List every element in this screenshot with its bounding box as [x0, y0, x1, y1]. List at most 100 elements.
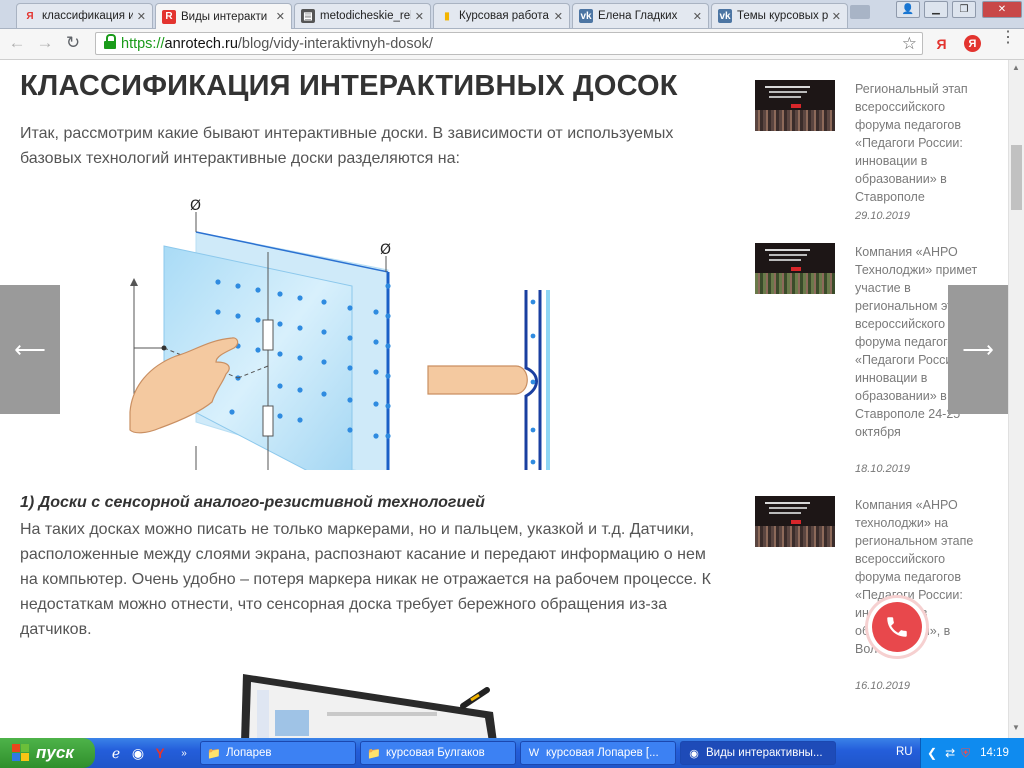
tab-vk-gladkikh[interactable]: vk Елена Гладких ✕: [572, 3, 709, 28]
board-window: [275, 710, 309, 736]
news-thumbnail[interactable]: [755, 80, 835, 131]
minimize-button[interactable]: ▁: [924, 1, 948, 18]
scrollbar-thumb[interactable]: [1011, 145, 1022, 210]
address-bar[interactable]: https://anrotech.ru/blog/vidy-interaktiv…: [95, 32, 923, 55]
windows-flag-icon: [12, 744, 30, 762]
google-docs-icon: ▮: [444, 10, 450, 22]
bookmark-star-icon[interactable]: ☆: [902, 34, 917, 54]
callback-button-circle[interactable]: [872, 602, 922, 652]
folder-icon: 📁: [367, 747, 381, 760]
tab-vk-temy[interactable]: vk Темы курсовых р ✕: [711, 3, 848, 28]
back-icon[interactable]: ←: [6, 32, 28, 54]
start-label: пуск: [36, 743, 74, 762]
tab-yandex-search[interactable]: Я классификация и ✕: [16, 3, 153, 28]
word-icon: W: [528, 747, 540, 759]
maximize-button[interactable]: ❐: [952, 1, 976, 18]
new-tab-button[interactable]: [850, 5, 870, 19]
callback-button[interactable]: [868, 598, 926, 656]
close-window-button[interactable]: ✕: [982, 1, 1022, 18]
news-date: 29.10.2019: [855, 210, 911, 222]
task-label: курсовая Булгаков: [386, 747, 485, 759]
article-title: КЛАССИФИКАЦИЯ ИНТЕРАКТИВНЫХ ДОСОК: [20, 70, 678, 102]
section-1-text: На таких досках можно писать не только м…: [20, 521, 711, 638]
next-post-arrow[interactable]: ⟶: [948, 285, 1008, 414]
yandex-icon: Я: [26, 10, 34, 22]
resistive-board-diagram: Ø Ø: [129, 198, 550, 470]
chrome-quicklaunch-icon[interactable]: ◉: [130, 745, 146, 761]
news-thumbnail[interactable]: [755, 243, 835, 294]
chrome-icon: ◉: [689, 747, 699, 760]
arrow-left-icon: ⟵: [14, 336, 46, 362]
board-toolbar: [257, 690, 269, 738]
smartboard-photo: [241, 674, 497, 738]
tab-anrotech-active[interactable]: R Виды интеракти ✕: [155, 3, 292, 29]
page-scrollbar[interactable]: ▲ ▼: [1008, 60, 1024, 738]
task-chrome-active[interactable]: ◉ Виды интерактивны...: [680, 741, 836, 765]
task-label: курсовая Лопарев [...: [546, 747, 659, 759]
tab-label: классификация и: [42, 10, 133, 22]
system-tray: ❮ ⇄ ⛨ 14:19: [920, 738, 1024, 768]
anrotech-icon: R: [162, 9, 176, 24]
close-tab-icon[interactable]: ✕: [137, 10, 146, 23]
folder-icon: 📁: [207, 747, 221, 760]
terminal-symbol-right: Ø: [380, 242, 391, 258]
document-icon: ▤: [301, 9, 315, 23]
news-title[interactable]: Региональный этап всероссийского форума …: [855, 80, 980, 206]
clock[interactable]: 14:19: [980, 747, 1009, 759]
resistor-top: [262, 319, 274, 351]
scroll-down-icon[interactable]: ▼: [1012, 723, 1020, 732]
tray-expand-icon[interactable]: ❮: [927, 746, 937, 760]
tab-label: Темы курсовых р: [737, 10, 828, 22]
yandex-quicklaunch-icon[interactable]: Y: [152, 745, 168, 761]
task-kursovaya-loparev[interactable]: W курсовая Лопарев [...: [520, 741, 676, 765]
forward-icon[interactable]: →: [34, 32, 56, 54]
close-tab-icon[interactable]: ✕: [276, 10, 285, 23]
user-profile-button[interactable]: 👤: [896, 1, 920, 18]
antivirus-icon[interactable]: ⛨: [961, 746, 970, 761]
close-tab-icon[interactable]: ✕: [554, 10, 563, 23]
close-tab-icon[interactable]: ✕: [693, 10, 702, 23]
reload-icon[interactable]: ↻: [62, 32, 84, 54]
yandex-extension-icon[interactable]: Я: [933, 35, 950, 52]
junction-dot: [161, 345, 167, 351]
vk-icon: vk: [579, 9, 593, 23]
arrow-head: [130, 278, 138, 286]
quicklaunch-more-icon[interactable]: »: [176, 745, 192, 761]
news-date: 18.10.2019: [855, 463, 911, 475]
task-label: Лопарев: [226, 747, 272, 759]
url-text: https://anrotech.ru/blog/vidy-interaktiv…: [121, 35, 433, 52]
vk-icon: vk: [718, 9, 732, 23]
windows-taskbar: пуск ℯ ◉ Y » 📁 Лопарев 📁 курсовая Булгак…: [0, 738, 1024, 768]
resistor-bottom: [262, 405, 274, 437]
finger-illustration: [427, 365, 528, 395]
close-tab-icon[interactable]: ✕: [415, 10, 424, 23]
tab-kursovaya[interactable]: ▮ Курсовая работа ✕: [433, 3, 570, 28]
tab-label: Виды интеракти: [181, 10, 268, 23]
scroll-up-icon[interactable]: ▲: [1012, 63, 1020, 72]
network-icon[interactable]: ⇄: [945, 746, 955, 760]
tab-strip: Я классификация и ✕ R Виды интеракти ✕ ▤…: [0, 0, 1024, 29]
news-thumbnail[interactable]: [755, 496, 835, 547]
phone-icon: [887, 617, 907, 637]
task-loparev[interactable]: 📁 Лопарев: [200, 741, 356, 765]
tab-label: metodicheskie_rek: [320, 10, 411, 22]
page-viewport: КЛАССИФИКАЦИЯ ИНТЕРАКТИВНЫХ ДОСОК Итак, …: [0, 60, 1008, 738]
task-kursovaya-bulgakov[interactable]: 📁 курсовая Булгаков: [360, 741, 516, 765]
task-label: Виды интерактивны...: [706, 747, 823, 759]
section-1-heading: 1) Доски с сенсорной аналого-резистивной…: [20, 494, 485, 511]
arrow-right-icon: ⟶: [962, 336, 994, 362]
tab-label: Курсовая работа: [459, 10, 549, 22]
yandex-browser-extension-icon[interactable]: Я: [964, 35, 981, 52]
prev-post-arrow[interactable]: ⟵: [0, 285, 60, 414]
board-line: [327, 712, 437, 716]
lock-icon: [104, 34, 116, 49]
tab-label: Елена Гладких: [598, 10, 678, 22]
start-button[interactable]: пуск: [0, 738, 95, 768]
news-date: 16.10.2019: [855, 680, 911, 692]
menu-icon[interactable]: ⋮: [1000, 30, 1016, 46]
tab-metodicheskie[interactable]: ▤ metodicheskie_rek ✕: [294, 3, 431, 28]
close-tab-icon[interactable]: ✕: [832, 10, 841, 23]
ie-icon[interactable]: ℯ: [108, 745, 124, 761]
language-indicator[interactable]: RU: [896, 746, 913, 758]
browser-toolbar: ← → ↻ https://anrotech.ru/blog/vidy-inte…: [0, 29, 1024, 60]
